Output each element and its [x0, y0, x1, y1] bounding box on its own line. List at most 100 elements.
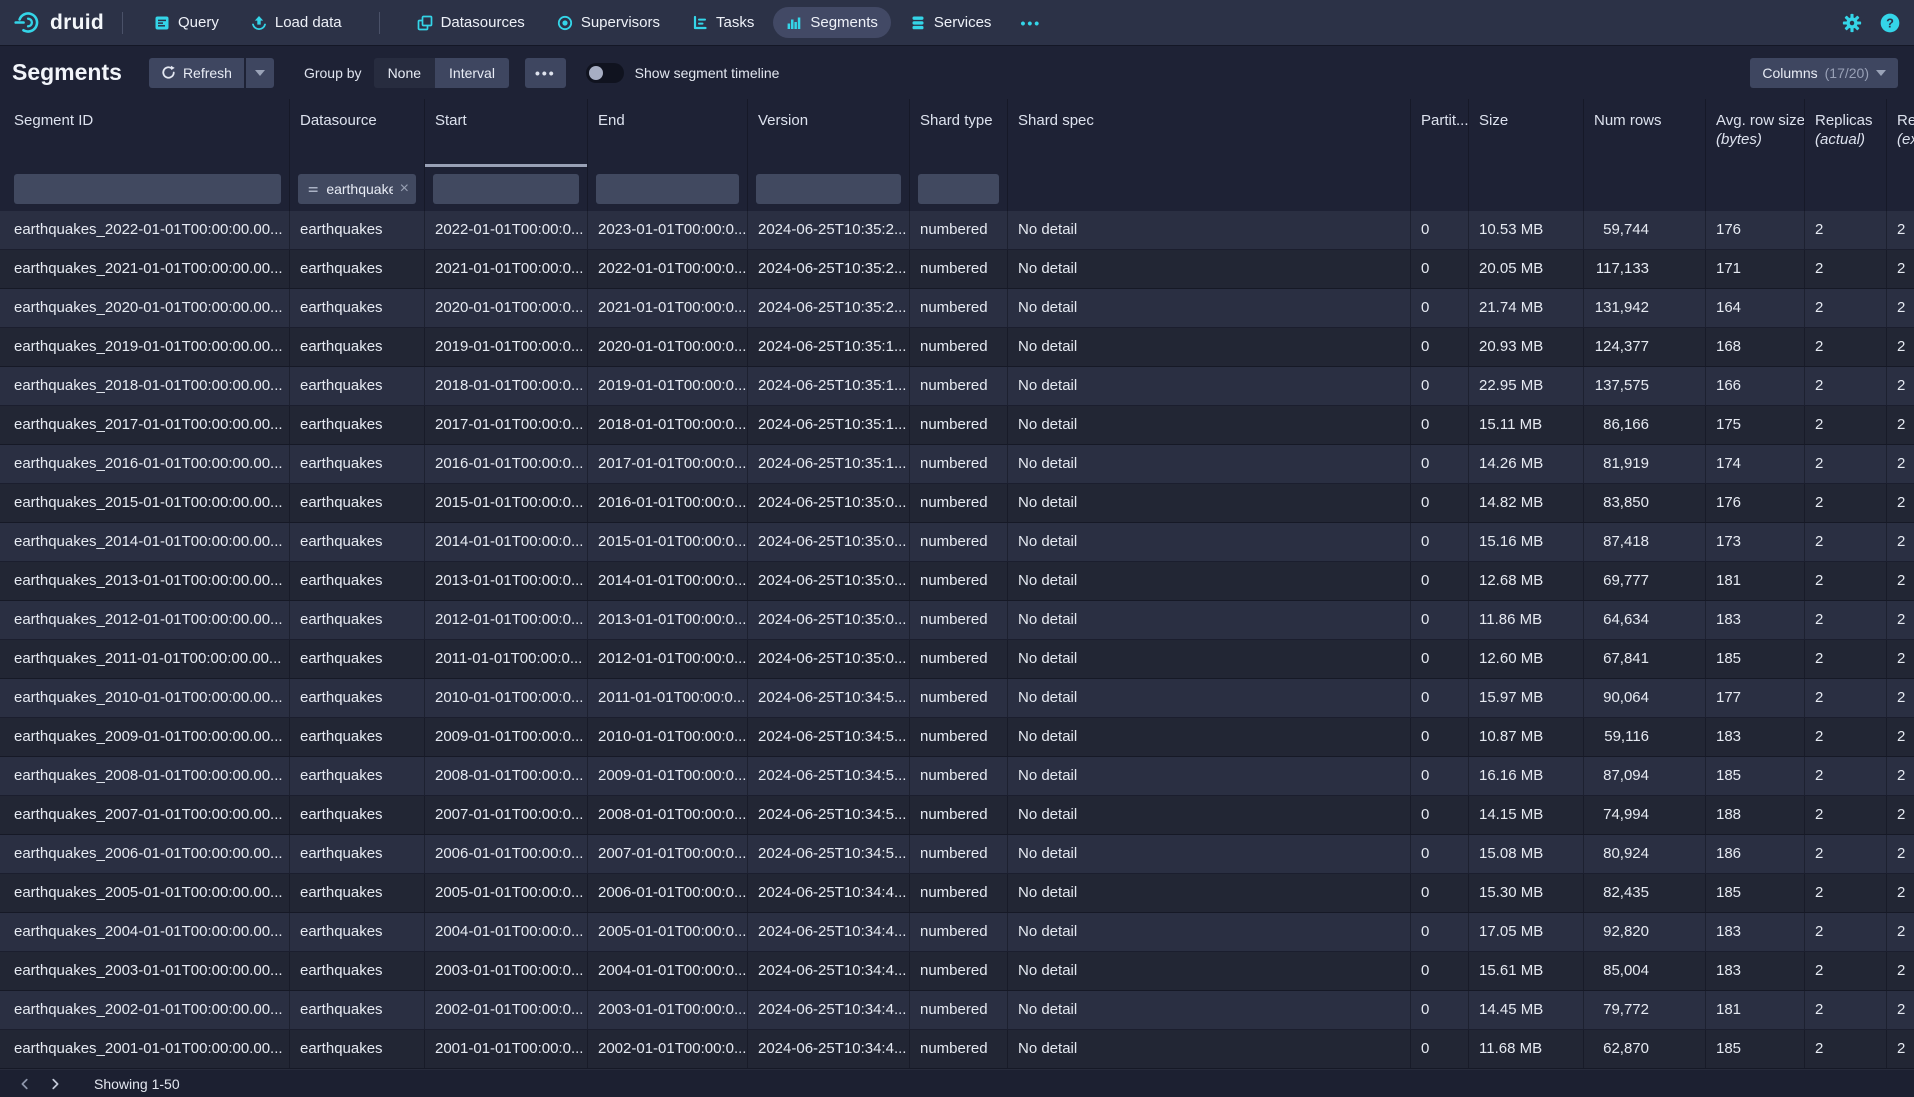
table-row[interactable]: earthquakes_2022-01-01T00:00:00.00...ear…	[0, 211, 1914, 250]
cell-size: 12.60 MB	[1469, 640, 1584, 678]
druid-brand[interactable]: druid	[14, 9, 104, 36]
cell-replicas: 2	[1805, 679, 1887, 717]
group-by-segmented-control: None Interval	[374, 58, 509, 88]
next-page-button[interactable]	[40, 1072, 70, 1096]
brand-name: druid	[50, 11, 104, 35]
nav-item-datasources[interactable]: Datasources	[404, 7, 538, 38]
table-row[interactable]: earthquakes_2007-01-01T00:00:00.00...ear…	[0, 796, 1914, 835]
nav-item-query[interactable]: Query	[141, 7, 232, 38]
column-header-shard-spec[interactable]: Shard spec	[1008, 99, 1411, 167]
table-row[interactable]: earthquakes_2019-01-01T00:00:00.00...ear…	[0, 328, 1914, 367]
table-row[interactable]: earthquakes_2002-01-01T00:00:00.00...ear…	[0, 991, 1914, 1030]
table-row[interactable]: earthquakes_2018-01-01T00:00:00.00...ear…	[0, 367, 1914, 406]
column-header-version[interactable]: Version	[748, 99, 910, 167]
datasource-filter-tag[interactable]: earthquake×	[298, 174, 416, 204]
table-row[interactable]: earthquakes_2006-01-01T00:00:00.00...ear…	[0, 835, 1914, 874]
filter-input-start[interactable]	[433, 174, 579, 204]
column-header-avg-row-size[interactable]: Avg. row size(bytes)	[1706, 99, 1805, 167]
cell-avg-row-size: 181	[1706, 562, 1805, 600]
column-header-num-rows[interactable]: Num rows	[1584, 99, 1706, 167]
cell-partit: 0	[1411, 991, 1469, 1029]
cell-end: 2014-01-01T00:00:0...	[588, 562, 748, 600]
refresh-button[interactable]: Refresh	[149, 58, 244, 88]
table-row[interactable]: earthquakes_2014-01-01T00:00:00.00...ear…	[0, 523, 1914, 562]
cell-avg-row-size: 174	[1706, 445, 1805, 483]
toolbar-more-button[interactable]: •••	[525, 58, 566, 88]
cell-version: 2024-06-25T10:34:5...	[748, 718, 910, 756]
cell-replicas: 2	[1805, 796, 1887, 834]
refresh-options-button[interactable]	[246, 58, 274, 88]
column-header-start[interactable]: Start	[425, 99, 588, 167]
cell-replicas: 2	[1805, 445, 1887, 483]
nav-item-services[interactable]: Services	[897, 7, 1005, 38]
filter-cell-num-rows	[1584, 167, 1706, 211]
nav-item-tasks[interactable]: Tasks	[679, 7, 767, 38]
nav-item-segments[interactable]: Segments	[773, 7, 891, 38]
cell-datasource: earthquakes	[290, 211, 425, 249]
column-header-size[interactable]: Size	[1469, 99, 1584, 167]
table-row[interactable]: earthquakes_2012-01-01T00:00:00.00...ear…	[0, 601, 1914, 640]
table-row[interactable]: earthquakes_2021-01-01T00:00:00.00...ear…	[0, 250, 1914, 289]
group-by-interval-button[interactable]: Interval	[435, 58, 509, 88]
columns-button[interactable]: Columns (17/20)	[1750, 58, 1898, 88]
cell-start: 2013-01-01T00:00:0...	[425, 562, 588, 600]
table-row[interactable]: earthquakes_2005-01-01T00:00:00.00...ear…	[0, 874, 1914, 913]
cell-shard-type: numbered	[910, 796, 1008, 834]
cell-avg-row-size: 183	[1706, 718, 1805, 756]
cell-end: 2006-01-01T00:00:0...	[588, 874, 748, 912]
settings-gear-button[interactable]	[1842, 13, 1862, 33]
cell-shard-spec: No detail	[1008, 328, 1411, 366]
cell-start: 2021-01-01T00:00:0...	[425, 250, 588, 288]
column-header-replication-factor[interactable]: Replication factor(expected)	[1887, 99, 1914, 167]
nav-item-load-data[interactable]: Load data	[238, 7, 355, 38]
table-row[interactable]: earthquakes_2010-01-01T00:00:00.00...ear…	[0, 679, 1914, 718]
cell-replication-factor: 2	[1887, 289, 1914, 327]
help-button[interactable]: ?	[1880, 13, 1900, 33]
cell-size: 17.05 MB	[1469, 913, 1584, 951]
table-row[interactable]: earthquakes_2009-01-01T00:00:00.00...ear…	[0, 718, 1914, 757]
table-row[interactable]: earthquakes_2013-01-01T00:00:00.00...ear…	[0, 562, 1914, 601]
prev-page-button[interactable]	[10, 1072, 40, 1096]
group-by-none-button[interactable]: None	[374, 58, 435, 88]
table-row[interactable]: earthquakes_2001-01-01T00:00:00.00...ear…	[0, 1030, 1914, 1069]
column-header-end[interactable]: End	[588, 99, 748, 167]
column-header-segment-id[interactable]: Segment ID	[0, 99, 290, 167]
cell-shard-spec: No detail	[1008, 913, 1411, 951]
filter-input-segment-id[interactable]	[14, 174, 281, 204]
filter-input-shard-type[interactable]	[918, 174, 999, 204]
cell-num-rows: 59,744	[1584, 211, 1706, 249]
cell-partit: 0	[1411, 757, 1469, 795]
table-row[interactable]: earthquakes_2015-01-01T00:00:00.00...ear…	[0, 484, 1914, 523]
column-header-label: Version	[758, 112, 808, 129]
nav-more-button[interactable]: •••	[1010, 8, 1051, 38]
table-row[interactable]: earthquakes_2016-01-01T00:00:00.00...ear…	[0, 445, 1914, 484]
table-row[interactable]: earthquakes_2017-01-01T00:00:00.00...ear…	[0, 406, 1914, 445]
column-header-datasource[interactable]: Datasource	[290, 99, 425, 167]
table-row[interactable]: earthquakes_2003-01-01T00:00:00.00...ear…	[0, 952, 1914, 991]
column-header-shard-type[interactable]: Shard type	[910, 99, 1008, 167]
cell-replicas: 2	[1805, 328, 1887, 366]
cell-shard-type: numbered	[910, 250, 1008, 288]
filter-cell-segment-id	[0, 167, 290, 211]
cell-num-rows: 86,166	[1584, 406, 1706, 444]
cell-replication-factor: 2	[1887, 640, 1914, 678]
table-row[interactable]: earthquakes_2008-01-01T00:00:00.00...ear…	[0, 757, 1914, 796]
cell-shard-type: numbered	[910, 523, 1008, 561]
cell-start: 2019-01-01T00:00:0...	[425, 328, 588, 366]
column-header-replicas[interactable]: Replicas(actual)	[1805, 99, 1887, 167]
cell-partit: 0	[1411, 445, 1469, 483]
nav-item-supervisors[interactable]: Supervisors	[544, 7, 673, 38]
table-row[interactable]: earthquakes_2011-01-01T00:00:00.00...ear…	[0, 640, 1914, 679]
cell-partit: 0	[1411, 328, 1469, 366]
table-row[interactable]: earthquakes_2020-01-01T00:00:00.00...ear…	[0, 289, 1914, 328]
table-row[interactable]: earthquakes_2004-01-01T00:00:00.00...ear…	[0, 913, 1914, 952]
filter-tag-remove-icon[interactable]: ×	[400, 181, 409, 197]
table-header-row: Segment IDDatasourceStartEnd Version Shard…	[0, 99, 1914, 167]
filter-input-end[interactable]	[596, 174, 739, 204]
filter-input-version[interactable]	[756, 174, 901, 204]
cell-shard-spec: No detail	[1008, 679, 1411, 717]
cell-replication-factor: 2	[1887, 211, 1914, 249]
column-header-partit[interactable]: Partit...	[1411, 99, 1469, 167]
segment-timeline-toggle[interactable]	[586, 63, 624, 83]
cell-version: 2024-06-25T10:35:0...	[748, 640, 910, 678]
